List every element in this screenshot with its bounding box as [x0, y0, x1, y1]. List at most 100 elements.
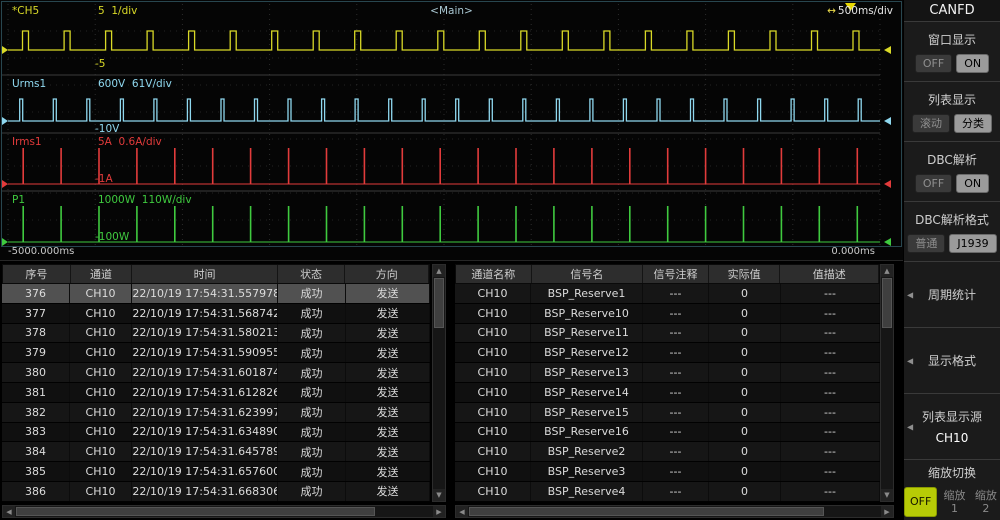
ch2-right-position-marker[interactable] [884, 180, 891, 188]
dbc-format-j1939-button[interactable]: J1939 [949, 234, 996, 253]
horizontal-scrollbar[interactable]: ◀ ▶ [2, 505, 446, 518]
table-cell: 发送 [346, 423, 430, 442]
zoom1-button[interactable]: 缩放1 [940, 487, 968, 517]
table-body: 376CH102022/10/19 17:54:31.557978...成功发送… [2, 284, 430, 502]
cycle-stats-item[interactable]: ◀ 周期统计 [904, 262, 1000, 328]
table-row[interactable]: 386CH102022/10/19 17:54:31.668306...成功发送 [2, 482, 430, 502]
list-display-classify-button[interactable]: 分类 [954, 114, 992, 133]
table-row[interactable]: CH10BSP_Reserve13---0--- [455, 363, 880, 383]
display-format-item[interactable]: ◀ 显示格式 [904, 328, 1000, 394]
column-header[interactable]: 时间 [132, 265, 277, 283]
h-scale-arrow-icon: ↔ [827, 5, 836, 17]
table-row[interactable]: 384CH102022/10/19 17:54:31.645789...成功发送 [2, 442, 430, 462]
scrollbar-thumb[interactable] [882, 278, 892, 328]
table-cell: CH10 [70, 343, 132, 362]
dbc-format-label: DBC解析格式 [915, 211, 989, 228]
ch3-left-position-marker[interactable] [2, 238, 8, 246]
ch0-right-position-marker[interactable] [884, 46, 891, 54]
vertical-scrollbar[interactable]: ▲ ▼ [432, 264, 446, 502]
scroll-up-icon[interactable]: ▲ [881, 265, 893, 277]
dbc-parse-on-button[interactable]: ON [956, 174, 989, 193]
scroll-left-icon[interactable]: ◀ [456, 506, 468, 517]
scroll-right-icon[interactable]: ▶ [433, 506, 445, 517]
table-row[interactable]: 382CH102022/10/19 17:54:31.623997...成功发送 [2, 403, 430, 423]
ch3-right-position-marker[interactable] [884, 238, 891, 246]
dbc-parse-off-button[interactable]: OFF [915, 174, 952, 193]
ch0-trace [8, 31, 880, 50]
table-row[interactable]: 376CH102022/10/19 17:54:31.557978...成功发送 [2, 284, 430, 304]
scrollbar-track[interactable] [468, 506, 881, 517]
vertical-scrollbar[interactable]: ▲ ▼ [880, 264, 894, 502]
table-row[interactable]: CH10BSP_Reserve10---0--- [455, 304, 880, 324]
scrollbar-thumb[interactable] [16, 507, 375, 516]
table-row[interactable]: CH10BSP_Reserve3---0--- [455, 462, 880, 482]
ch1-left-position-marker[interactable] [2, 117, 8, 125]
ch1-right-position-marker[interactable] [884, 117, 891, 125]
zoom-off-button[interactable]: OFF [904, 487, 937, 517]
scrollbar-track[interactable] [433, 277, 445, 489]
table-row[interactable]: CH10BSP_Reserve12---0--- [455, 343, 880, 363]
table-row[interactable]: 379CH102022/10/19 17:54:31.590955...成功发送 [2, 343, 430, 363]
column-header[interactable]: 序号 [3, 265, 71, 283]
table-cell: --- [781, 324, 880, 343]
window-display-on-button[interactable]: ON [956, 54, 989, 73]
zoom2-button[interactable]: 缩放2 [972, 487, 1000, 517]
scrollbar-thumb[interactable] [434, 278, 444, 328]
column-header[interactable]: 通道 [71, 265, 133, 283]
waveform-display[interactable]: *CH55 1/div-5Urms1600V 61V/div-10VIrms15… [0, 0, 903, 260]
table-row[interactable]: 378CH102022/10/19 17:54:31.580213...成功发送 [2, 324, 430, 344]
table-row[interactable]: CH10BSP_Reserve11---0--- [455, 324, 880, 344]
table-row[interactable]: CH10BSP_Reserve2---0--- [455, 442, 880, 462]
table-cell: 发送 [346, 403, 430, 422]
scrollbar-track[interactable] [15, 506, 433, 517]
table-row[interactable]: 381CH102022/10/19 17:54:31.612826...成功发送 [2, 383, 430, 403]
column-header[interactable]: 通道名称 [456, 265, 532, 283]
ch2-left-position-marker[interactable] [2, 180, 8, 188]
table-cell: 发送 [346, 343, 430, 362]
dbc-format-normal-button[interactable]: 普通 [907, 234, 945, 253]
horizontal-scrollbar[interactable]: ◀ ▶ [455, 505, 894, 518]
table-cell: 0 [709, 343, 781, 362]
table-cell: CH10 [455, 403, 531, 422]
window-display-label: 窗口显示 [928, 31, 976, 48]
table-row[interactable]: CH10BSP_Reserve4---0--- [455, 482, 880, 502]
decode-lists-area: 序号通道时间状态方向 376CH102022/10/19 17:54:31.55… [0, 260, 903, 520]
scrollbar-track[interactable] [881, 277, 893, 489]
table-row[interactable]: 383CH102022/10/19 17:54:31.634890...成功发送 [2, 423, 430, 443]
column-header[interactable]: 方向 [345, 265, 429, 283]
table-row[interactable]: CH10BSP_Reserve15---0--- [455, 403, 880, 423]
table-cell: CH10 [70, 423, 132, 442]
column-header[interactable]: 实际值 [709, 265, 781, 283]
window-display-off-button[interactable]: OFF [915, 54, 952, 73]
scrollbar-thumb[interactable] [469, 507, 824, 516]
table-row[interactable]: 380CH102022/10/19 17:54:31.601874...成功发送 [2, 363, 430, 383]
list-display-scroll-button[interactable]: 滚动 [912, 114, 950, 133]
table-cell: CH10 [70, 324, 132, 343]
column-header[interactable]: 状态 [278, 265, 346, 283]
table-row[interactable]: 377CH102022/10/19 17:54:31.568742...成功发送 [2, 304, 430, 324]
column-header[interactable]: 信号名 [532, 265, 643, 283]
table-cell: 0 [709, 403, 781, 422]
column-header[interactable]: 信号注释 [643, 265, 709, 283]
table-cell: 0 [709, 284, 781, 303]
table-cell: CH10 [70, 304, 132, 323]
table-row[interactable]: CH10BSP_Reserve16---0--- [455, 423, 880, 443]
table-row[interactable]: 385CH102022/10/19 17:54:31.657600...成功发送 [2, 462, 430, 482]
table-row[interactable]: CH10BSP_Reserve1---0--- [455, 284, 880, 304]
scroll-down-icon[interactable]: ▼ [881, 489, 893, 501]
table-cell: 发送 [346, 304, 430, 323]
table-cell: CH10 [70, 462, 132, 481]
scroll-down-icon[interactable]: ▼ [433, 489, 445, 501]
table-row[interactable]: CH10BSP_Reserve14---0--- [455, 383, 880, 403]
column-header[interactable]: 值描述 [780, 265, 879, 283]
scroll-up-icon[interactable]: ▲ [433, 265, 445, 277]
table-cell: BSP_Reserve16 [531, 423, 643, 442]
ch0-left-position-marker[interactable] [2, 46, 8, 54]
table-header-row: 序号通道时间状态方向 [2, 264, 430, 284]
scroll-right-icon[interactable]: ▶ [881, 506, 893, 517]
list-source-item[interactable]: ◀ 列表显示源 CH10 [904, 394, 1000, 460]
scroll-left-icon[interactable]: ◀ [3, 506, 15, 517]
table-cell: --- [781, 343, 880, 362]
table-cell: CH10 [455, 324, 531, 343]
table-cell: CH10 [455, 284, 531, 303]
